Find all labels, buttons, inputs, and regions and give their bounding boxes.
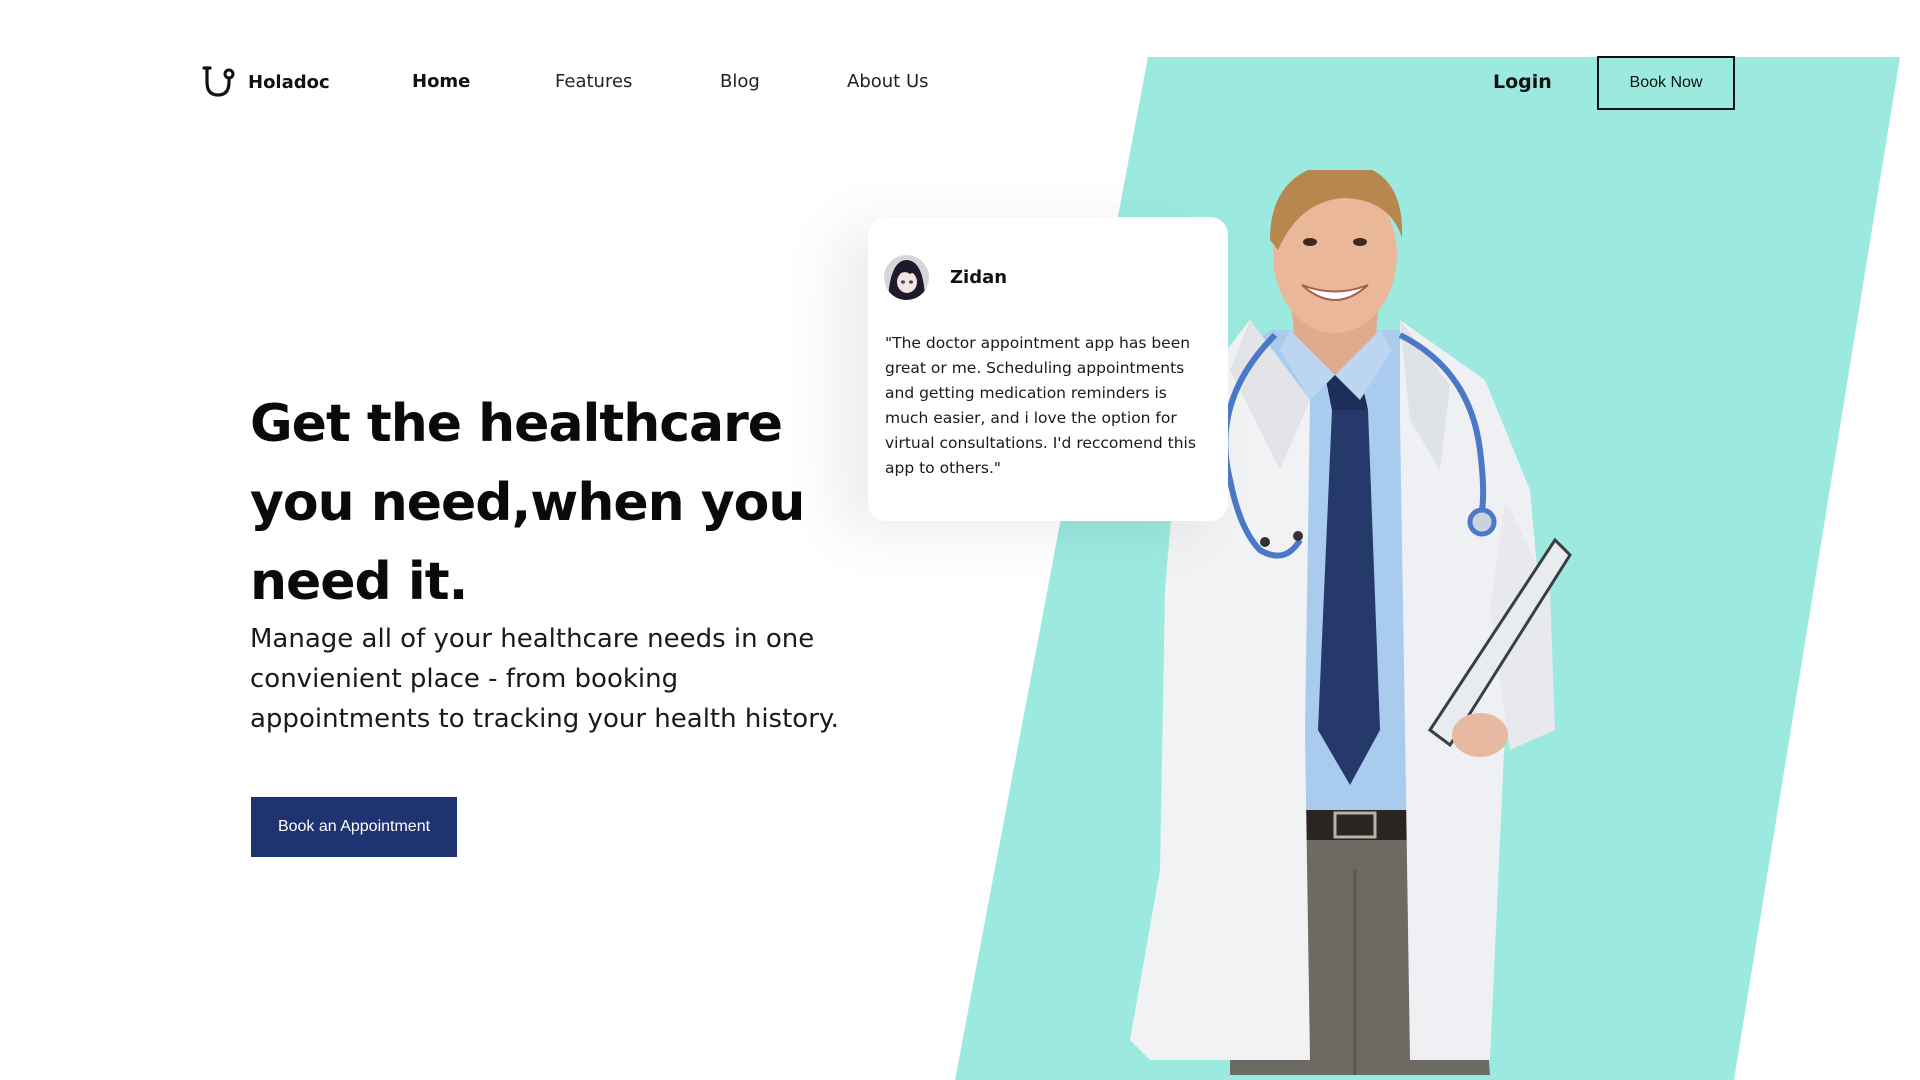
nav-link-about-us[interactable]: About Us xyxy=(847,71,929,92)
reviewer-name: Zidan xyxy=(950,267,1008,288)
testimonial-quote: "The doctor appointment app has been gre… xyxy=(885,334,1196,477)
nav-link-blog[interactable]: Blog xyxy=(720,71,760,92)
book-appointment-button[interactable]: Book an Appointment xyxy=(251,797,457,857)
book-now-button[interactable]: Book Now xyxy=(1597,56,1735,110)
top-navigation: Holadoc Home Features Blog About Us Logi… xyxy=(0,0,1920,170)
avatar xyxy=(884,255,929,300)
hero-title: Get the healthcare you need,when you nee… xyxy=(250,394,805,612)
landing-page: Holadoc Home Features Blog About Us Logi… xyxy=(0,0,1920,1080)
brand-logo[interactable]: Holadoc xyxy=(200,62,330,102)
nav-link-features[interactable]: Features xyxy=(555,71,632,92)
nav-link-home[interactable]: Home xyxy=(412,71,470,92)
testimonial-card: Zidan "The doctor appointment app has be… xyxy=(868,217,1228,521)
hero-subtitle: Manage all of your healthcare needs in o… xyxy=(250,624,839,734)
login-link[interactable]: Login xyxy=(1493,71,1552,93)
brand-name: Holadoc xyxy=(248,71,330,93)
stethoscope-icon xyxy=(202,66,235,97)
